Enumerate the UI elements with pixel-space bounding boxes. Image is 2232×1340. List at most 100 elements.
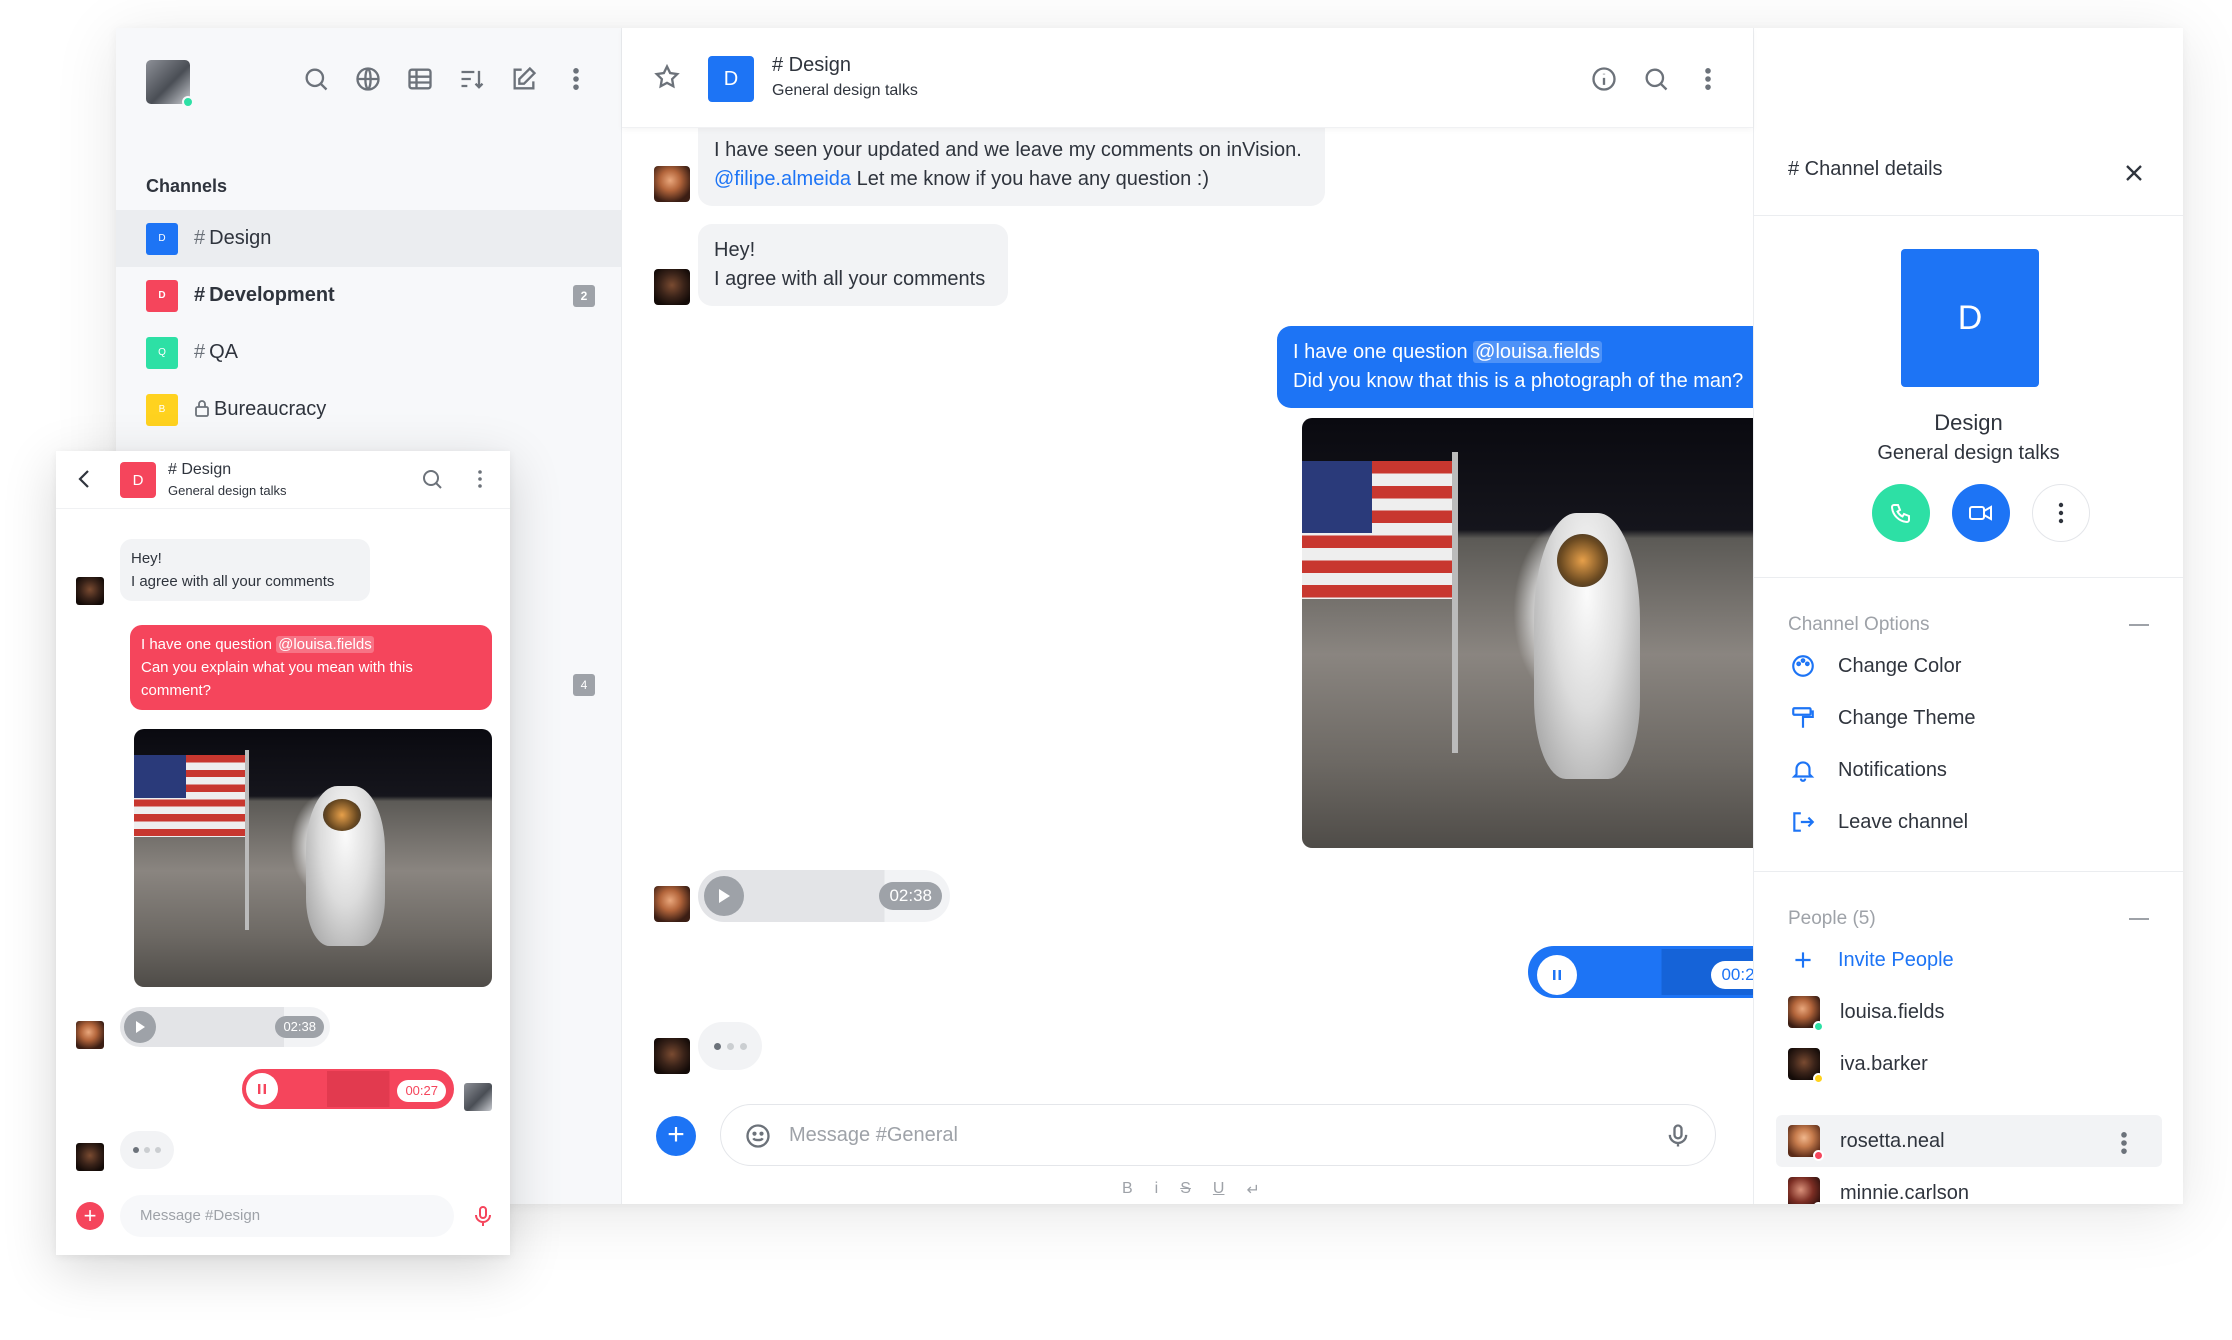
channel-item-design[interactable]: D # Design: [116, 210, 621, 267]
avatar[interactable]: [654, 166, 690, 202]
directory-icon[interactable]: [405, 64, 435, 94]
room-header-actions: [1589, 64, 1723, 94]
channel-item-qa[interactable]: Q # QA: [116, 324, 621, 381]
play-icon: [136, 1021, 145, 1033]
person-row[interactable]: minnie.carlson: [1788, 1175, 1969, 1204]
flag-shape: [134, 754, 249, 838]
avatar[interactable]: [76, 577, 104, 605]
panel-title: # Channel details: [1788, 158, 1943, 180]
message-composer[interactable]: Message #Design: [120, 1195, 454, 1237]
pause-button[interactable]: [246, 1073, 278, 1105]
avatar[interactable]: [76, 1143, 104, 1171]
option-label: Leave channel: [1838, 810, 1969, 833]
info-icon[interactable]: [1589, 64, 1619, 94]
underline-button[interactable]: U: [1213, 1180, 1225, 1200]
mention-link[interactable]: @louisa.fields: [276, 636, 374, 653]
globe-icon[interactable]: [353, 64, 383, 94]
astronaut-photo[interactable]: [134, 729, 492, 987]
hash-icon: #: [194, 284, 206, 306]
newline-button[interactable]: ↵: [1246, 1180, 1259, 1200]
close-icon[interactable]: [2119, 158, 2149, 188]
unread-badge: 2: [573, 284, 595, 307]
avatar[interactable]: [654, 886, 690, 922]
message-bubble: Hey! I agree with all your comments: [120, 539, 370, 601]
collapse-icon[interactable]: [2129, 624, 2149, 626]
palette-icon: [1788, 651, 1818, 681]
message-text: Can you explain what you mean with this: [141, 659, 413, 676]
channel-avatar-large: D: [1901, 249, 2039, 387]
add-attachment-button[interactable]: +: [656, 1116, 696, 1156]
star-icon[interactable]: [652, 62, 682, 92]
notifications-option[interactable]: Notifications: [1788, 752, 1947, 788]
invite-people-button[interactable]: Invite People: [1788, 942, 1954, 978]
add-attachment-button[interactable]: +: [76, 1202, 104, 1230]
message-placeholder: Message #General: [789, 1124, 958, 1146]
avatar[interactable]: [654, 1038, 690, 1074]
search-icon[interactable]: [420, 467, 444, 496]
call-button[interactable]: [1872, 484, 1930, 542]
emoji-icon[interactable]: [743, 1121, 773, 1151]
status-dot: [1813, 1150, 1824, 1161]
leave-channel-option[interactable]: Leave channel: [1788, 804, 1968, 840]
video-call-button[interactable]: [1952, 484, 2010, 542]
play-icon: [719, 889, 730, 903]
change-theme-option[interactable]: Change Theme: [1788, 700, 1976, 736]
mention-link[interactable]: @louisa.fields: [1473, 341, 1602, 363]
channel-description: General design talks: [1877, 442, 2060, 464]
microphone-icon[interactable]: [474, 1205, 492, 1232]
play-button[interactable]: [704, 876, 744, 916]
channel-name: QA: [209, 341, 239, 363]
channel-item-development[interactable]: D # Development 2: [116, 267, 621, 324]
back-icon[interactable]: [74, 467, 96, 496]
message-text: Hey!: [131, 550, 162, 567]
room-title[interactable]: # Design: [168, 461, 231, 479]
kebab-icon[interactable]: [561, 64, 591, 94]
play-button[interactable]: [124, 1011, 156, 1043]
italic-button[interactable]: i: [1155, 1180, 1159, 1200]
audio-duration: 02:38: [275, 1016, 324, 1038]
avatar[interactable]: [464, 1083, 492, 1111]
avatar: [1788, 1048, 1824, 1084]
hash-icon: #: [194, 341, 206, 363]
avatar[interactable]: [76, 1021, 104, 1049]
pause-button[interactable]: [1537, 955, 1577, 995]
more-actions-button[interactable]: [2032, 484, 2090, 542]
my-avatar[interactable]: [146, 60, 194, 108]
person-row[interactable]: louisa.fields: [1788, 994, 1945, 1032]
kebab-icon[interactable]: [476, 467, 484, 496]
bold-button[interactable]: B: [1122, 1180, 1133, 1200]
room-avatar: D: [708, 56, 754, 102]
option-label: Change Color: [1838, 654, 1962, 677]
message-text: Did you know that this is a photograph o…: [1293, 370, 1744, 392]
message-text: I agree with all your comments: [131, 573, 335, 590]
avatar[interactable]: [654, 269, 690, 305]
sort-icon[interactable]: [457, 64, 487, 94]
change-color-option[interactable]: Change Color: [1788, 648, 1961, 684]
edit-icon[interactable]: [509, 64, 539, 94]
person-row[interactable]: iva.barker: [1788, 1046, 1928, 1084]
flag-shape: [1302, 461, 1457, 599]
pause-icon: [258, 1084, 266, 1094]
channel-item-bureaucracy[interactable]: B Bureaucracy: [116, 381, 621, 438]
kebab-icon[interactable]: [2109, 1128, 2139, 1158]
own-audio-message: 00:27: [1528, 946, 1785, 998]
search-icon[interactable]: [1641, 64, 1671, 94]
hash-icon: #: [194, 227, 206, 249]
room-title[interactable]: # Design: [772, 54, 851, 77]
search-icon[interactable]: [301, 64, 331, 94]
username: minnie.carlson: [1840, 1181, 1969, 1204]
option-label: Notifications: [1838, 758, 1947, 781]
option-label: Change Theme: [1838, 706, 1976, 729]
microphone-icon[interactable]: [1663, 1121, 1693, 1151]
message-composer[interactable]: Message #General: [720, 1104, 1716, 1166]
kebab-icon[interactable]: [1693, 64, 1723, 94]
room-topic: General design talks: [168, 483, 287, 498]
mention-link[interactable]: @filipe.almeida: [714, 168, 851, 190]
message-text: I agree with all your comments: [714, 268, 986, 290]
status-dot: [1813, 1073, 1824, 1084]
collapse-icon[interactable]: [2129, 918, 2149, 920]
astronaut-photo[interactable]: [1302, 418, 1785, 848]
person-row[interactable]: rosetta.neal: [1788, 1123, 1945, 1161]
own-audio-message: 00:27: [242, 1069, 454, 1109]
strike-button[interactable]: S: [1180, 1180, 1191, 1200]
